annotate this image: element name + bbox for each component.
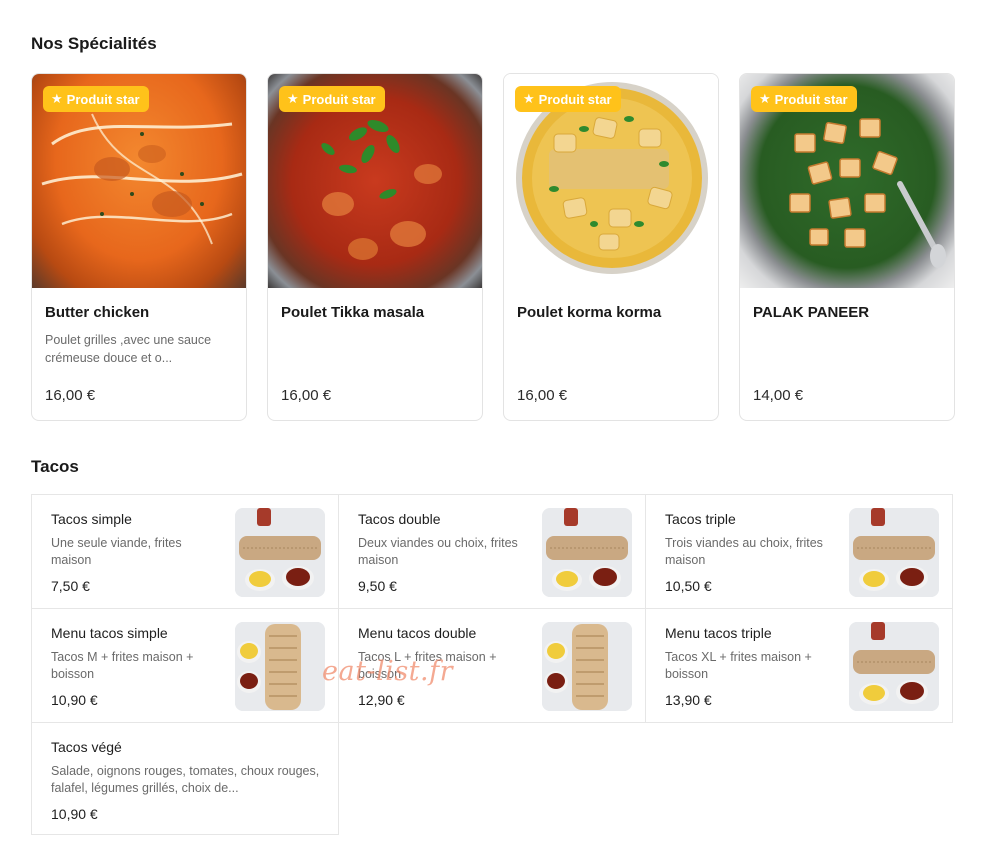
- item-name: Tacos végé: [51, 739, 122, 755]
- item-name: Tacos double: [358, 511, 441, 527]
- item-image: [235, 508, 325, 597]
- item-name: Menu tacos triple: [665, 625, 772, 641]
- item-description: Trois viandes au choix, frites maison: [665, 536, 823, 567]
- produit-star-badge: ★ Produit star: [43, 86, 149, 112]
- product-description: Poulet grilles ,avec une sauce crémeuse …: [45, 333, 212, 365]
- item-description: Une seule viande, frites maison: [51, 536, 182, 567]
- product-price: 14,00 €: [753, 387, 804, 404]
- produit-star-badge: ★ Produit star: [279, 86, 385, 112]
- item-image: [542, 508, 632, 597]
- star-icon: ★: [287, 91, 299, 106]
- product-image-palak-paneer: ★ Produit star: [740, 74, 954, 288]
- item-price: 10,90 €: [51, 806, 98, 822]
- item-description: Salade, oignons rouges, tomates, choux r…: [51, 764, 320, 795]
- tacos-item-tacos-vege[interactable]: Tacos végé Salade, oignons rouges, tomat…: [31, 722, 339, 835]
- product-card-poulet-korma-korma[interactable]: ★ Produit star Poulet korma korma 16,00 …: [503, 73, 719, 421]
- product-card-palak-paneer[interactable]: ★ Produit star PALAK PANEER 14,00 €: [739, 73, 955, 421]
- item-name: Menu tacos double: [358, 625, 477, 641]
- product-name: Poulet Tikka masala: [281, 304, 425, 321]
- badge-label: Produit star: [302, 91, 376, 107]
- product-name: PALAK PANEER: [753, 304, 870, 321]
- item-description: Tacos XL + frites maison + boisson: [665, 650, 812, 681]
- product-card-poulet-tikka-masala[interactable]: ★ Produit star Poulet Tikka masala 16,00…: [267, 73, 483, 421]
- item-description: Tacos M + frites maison + boisson: [51, 650, 194, 681]
- item-name: Tacos simple: [51, 511, 132, 527]
- item-name: Tacos triple: [665, 511, 736, 527]
- star-icon: ★: [523, 91, 535, 106]
- item-price: 9,50 €: [358, 578, 397, 594]
- item-price: 7,50 €: [51, 578, 90, 594]
- produit-star-badge: ★ Produit star: [751, 86, 857, 112]
- product-name: Poulet korma korma: [517, 304, 662, 321]
- product-card-butter-chicken[interactable]: ★ Produit star Butter chicken Poulet gri…: [31, 73, 247, 421]
- tacos-item-tacos-double[interactable]: Tacos double Deux viandes ou choix, frit…: [338, 494, 646, 609]
- item-price: 10,90 €: [51, 692, 98, 708]
- featured-products-row: ★ Produit star Butter chicken Poulet gri…: [31, 73, 955, 421]
- item-image: [849, 508, 939, 597]
- product-price: 16,00 €: [45, 387, 96, 404]
- item-image: [849, 622, 939, 711]
- section-title-specialites: Nos Spécialités: [31, 34, 157, 53]
- star-icon: ★: [759, 91, 771, 106]
- badge-label: Produit star: [774, 91, 848, 107]
- item-name: Menu tacos simple: [51, 625, 168, 641]
- product-image-poulet-tikka-masala: ★ Produit star: [268, 74, 482, 288]
- tacos-item-menu-tacos-triple[interactable]: Menu tacos triple Tacos XL + frites mais…: [645, 608, 953, 723]
- tacos-item-menu-tacos-simple[interactable]: Menu tacos simple Tacos M + frites maiso…: [31, 608, 339, 723]
- item-price: 10,50 €: [665, 578, 712, 594]
- tacos-item-tacos-simple[interactable]: Tacos simple Une seule viande, frites ma…: [31, 494, 339, 609]
- watermark: eat-list.fr: [322, 656, 454, 687]
- section-title-tacos: Tacos: [31, 457, 79, 476]
- item-description: Deux viandes ou choix, frites maison: [358, 536, 518, 567]
- tacos-item-tacos-triple[interactable]: Tacos triple Trois viandes au choix, fri…: [645, 494, 953, 609]
- tacos-grid: Tacos simple Une seule viande, frites ma…: [31, 494, 954, 835]
- produit-star-badge: ★ Produit star: [515, 86, 621, 112]
- star-icon: ★: [51, 91, 63, 106]
- product-image-butter-chicken: ★ Produit star: [32, 74, 246, 288]
- item-price: 12,90 €: [358, 692, 405, 708]
- item-image: [235, 622, 325, 711]
- product-price: 16,00 €: [517, 387, 568, 404]
- item-image: [542, 622, 632, 711]
- item-price: 13,90 €: [665, 692, 712, 708]
- badge-label: Produit star: [66, 91, 140, 107]
- product-name: Butter chicken: [45, 304, 150, 321]
- product-image-poulet-korma-korma: ★ Produit star: [504, 74, 718, 288]
- product-price: 16,00 €: [281, 387, 332, 404]
- badge-label: Produit star: [538, 91, 612, 107]
